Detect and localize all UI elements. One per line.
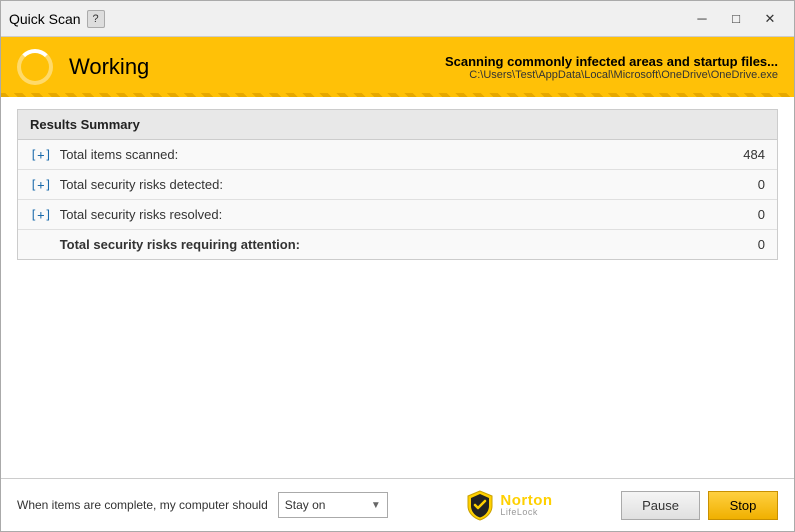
table-row: [+] Total security risks requiring atten…	[18, 230, 777, 259]
pause-button[interactable]: Pause	[621, 491, 700, 520]
row-value-4: 0	[725, 237, 765, 252]
table-row: [+] Total security risks resolved: 0	[18, 200, 777, 230]
empty-space	[17, 260, 778, 466]
results-summary: Results Summary [+] Total items scanned:…	[17, 109, 778, 260]
table-row: [+] Total items scanned: 484	[18, 140, 777, 170]
maximize-button[interactable]: □	[720, 6, 752, 32]
help-button[interactable]: ?	[87, 10, 105, 28]
stop-button[interactable]: Stop	[708, 491, 778, 520]
chevron-down-icon: ▼	[371, 500, 381, 511]
main-content: Results Summary [+] Total items scanned:…	[1, 97, 794, 478]
row-label-1: Total items scanned:	[60, 147, 725, 162]
status-text: Working	[69, 54, 149, 80]
spinner-icon	[17, 49, 53, 85]
scanning-path: C:\Users\Test\AppData\Local\Microsoft\On…	[445, 69, 778, 81]
status-details: Scanning commonly infected areas and sta…	[445, 54, 778, 81]
dropdown-value: Stay on	[285, 498, 365, 512]
computer-action-dropdown[interactable]: Stay on ▼	[278, 492, 388, 518]
window-title: Quick Scan	[9, 11, 81, 27]
row-label-4: Total security risks requiring attention…	[60, 237, 725, 252]
minimize-button[interactable]: ─	[686, 6, 718, 32]
row-value-3: 0	[725, 207, 765, 222]
norton-logo: Norton LifeLock	[464, 489, 552, 521]
norton-brand: Norton	[500, 493, 552, 508]
bottom-bar: When items are complete, my computer sho…	[1, 478, 794, 531]
action-buttons: Pause Stop	[621, 491, 778, 520]
norton-subtext: LifeLock	[500, 508, 552, 517]
main-window: Quick Scan ? ─ □ ✕ Working Scanning comm…	[0, 0, 795, 532]
row-value-2: 0	[725, 177, 765, 192]
title-controls: ─ □ ✕	[686, 6, 786, 32]
expand-button-1[interactable]: [+]	[30, 148, 52, 162]
norton-text: Norton LifeLock	[500, 493, 552, 517]
row-value-1: 484	[725, 147, 765, 162]
table-row: [+] Total security risks detected: 0	[18, 170, 777, 200]
results-header: Results Summary	[18, 110, 777, 140]
expand-button-2[interactable]: [+]	[30, 178, 52, 192]
row-label-3: Total security risks resolved:	[60, 207, 725, 222]
title-bar-title: Quick Scan ?	[9, 10, 686, 28]
title-bar: Quick Scan ? ─ □ ✕	[1, 1, 794, 37]
complete-label: When items are complete, my computer sho…	[17, 498, 268, 512]
norton-shield-icon	[464, 489, 496, 521]
close-button[interactable]: ✕	[754, 6, 786, 32]
row-label-2: Total security risks detected:	[60, 177, 725, 192]
status-bar: Working Scanning commonly infected areas…	[1, 37, 794, 97]
scanning-label: Scanning commonly infected areas and sta…	[445, 54, 778, 69]
expand-button-3[interactable]: [+]	[30, 208, 52, 222]
